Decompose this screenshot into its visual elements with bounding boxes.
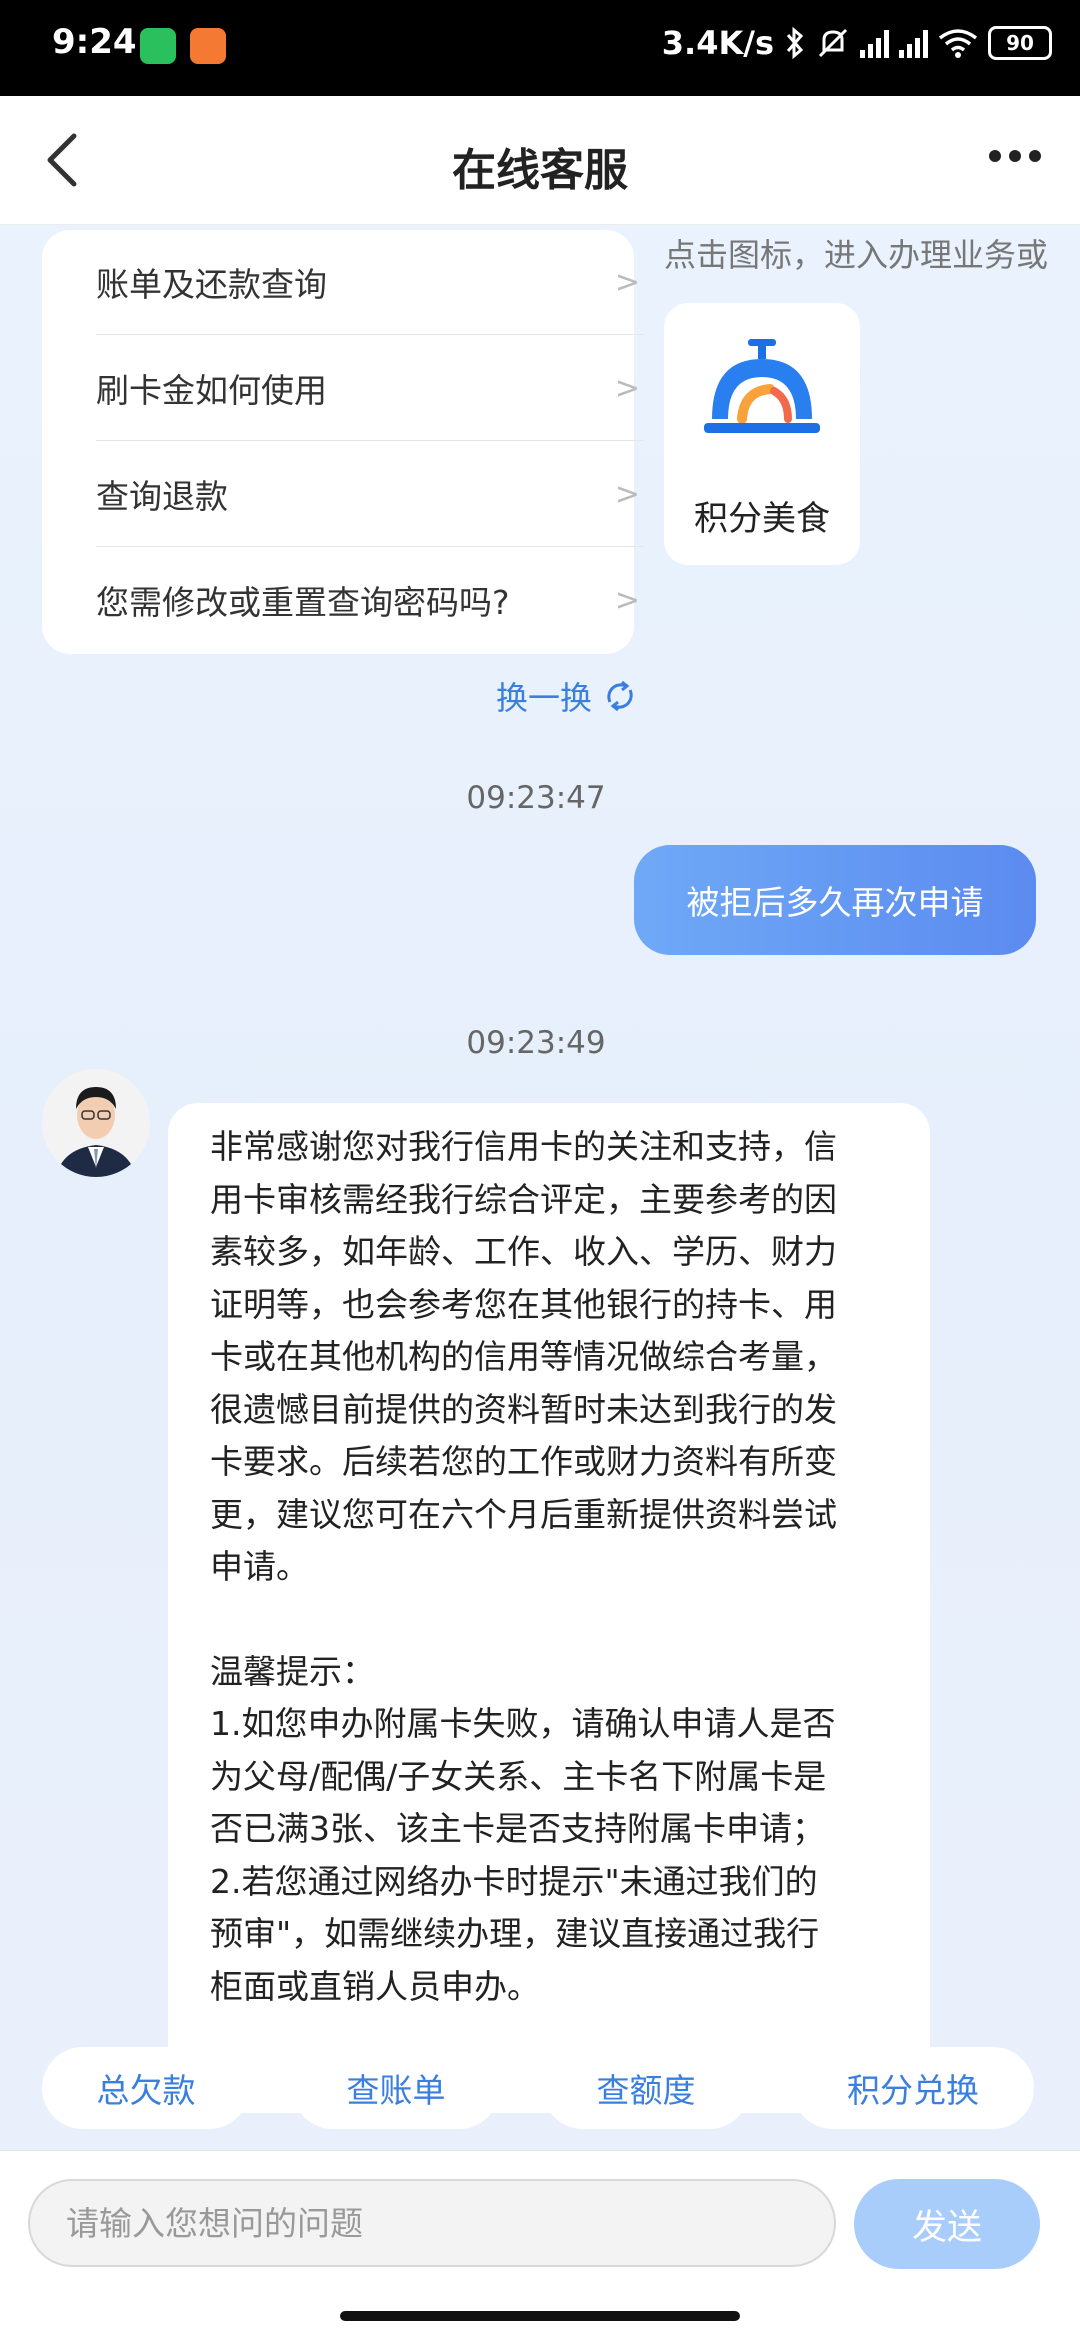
message-line: 卡或在其他机构的信用等情况做综合考量， [210, 1337, 837, 1376]
hd-signal-icon [860, 28, 889, 58]
message-line: 柜面或直销人员申办。 [210, 1966, 540, 2006]
more-dot-icon [1009, 150, 1021, 162]
status-time: 9:24 [52, 22, 137, 62]
agent-avatar-image [42, 1069, 150, 1177]
user-message-bubble: 被拒后多久再次申请 [634, 845, 1036, 955]
chevron-right-icon: > [614, 370, 640, 406]
status-bar: 9:24 3.4K/s 90 [0, 0, 1080, 96]
message-line: 非常感谢您对我行信用卡的关注和支持，信 [210, 1127, 837, 1166]
battery-icon: 90 [988, 26, 1052, 60]
message-line: 更，建议您可在六个月后重新提供资料尝试 [210, 1494, 837, 1534]
nav-bar: 在线客服 [0, 96, 1080, 225]
faq-card: 账单及还款查询 > 刷卡金如何使用 > 查询退款 > 您需修改或重置查询密码吗?… [42, 230, 644, 654]
bluetooth-icon [786, 26, 804, 60]
chevron-right-icon: > [614, 582, 640, 618]
quick-total-debt-button[interactable]: 总欠款 [42, 2047, 250, 2129]
quick-bill-button[interactable]: 查账单 [292, 2047, 500, 2129]
message-input[interactable] [28, 2179, 836, 2267]
points-dining-tile[interactable]: 积分美食 [664, 303, 860, 565]
quick-points-exchange-button[interactable]: 积分兑换 [792, 2047, 1034, 2129]
heart-app-icon [190, 28, 226, 64]
agent-message-bubble: 非常感谢您对我行信用卡的关注和支持，信 用卡审核需经我行综合评定，主要参考的因 … [168, 1103, 930, 2113]
message-line: 卡要求。后续若您的工作或财力资料有所变 [210, 1442, 837, 1481]
message-timestamp: 09:23:47 [466, 780, 606, 816]
quick-credit-limit-button[interactable]: 查额度 [542, 2047, 750, 2129]
message-line: 素较多，如年龄、工作、收入、学历、财力 [210, 1232, 837, 1271]
message-line: 很遗憾目前提供的资料暂时未达到我行的发 [210, 1389, 837, 1429]
page-title: 在线客服 [452, 145, 628, 196]
faq-item[interactable]: 刷卡金如何使用 > [96, 336, 644, 441]
faq-item[interactable]: 账单及还款查询 > [96, 230, 644, 335]
message-line: 申请。 [210, 1547, 309, 1586]
chevron-right-icon: > [614, 264, 640, 300]
message-timestamp: 09:23:49 [466, 1025, 606, 1061]
service-tile-label: 积分美食 [694, 499, 830, 539]
chat-area[interactable]: 账单及还款查询 > 刷卡金如何使用 > 查询退款 > 您需修改或重置查询密码吗?… [0, 225, 1080, 2150]
message-line: 证明等，也会参考您在其他银行的持卡、用 [210, 1284, 837, 1324]
message-line: 用卡审核需经我行综合评定，主要参考的因 [210, 1179, 837, 1219]
service-bell-icon [704, 339, 820, 433]
message-line: 为父母/配偶/子女关系、主卡名下附属卡是 [210, 1756, 827, 1796]
refresh-icon [607, 680, 633, 712]
message-line: 1.如您申办附属卡失败，请确认申请人是否 [210, 1704, 836, 1743]
agent-avatar[interactable] [42, 1069, 150, 1177]
user-message-text: 被拒后多久再次申请 [686, 883, 984, 922]
faq-item-label: 您需修改或重置查询密码吗? [96, 583, 510, 622]
message-line: 否已满3张、该主卡是否支持附属卡申请； [210, 1809, 825, 1848]
message-line: 2.若您通过网络办卡时提示"未通过我们的 [210, 1861, 818, 1901]
mute-bell-icon [818, 28, 848, 58]
faq-item[interactable]: 查询退款 > [96, 442, 644, 547]
faq-item-label: 查询退款 [96, 477, 228, 516]
chevron-right-icon: > [614, 476, 640, 512]
refresh-button[interactable]: 换一换 [496, 673, 638, 719]
more-dot-icon [1029, 150, 1041, 162]
status-indicators: 3.4K/s 90 [662, 24, 1052, 62]
faq-item-label: 刷卡金如何使用 [96, 371, 327, 410]
signal-icon [899, 28, 928, 58]
wechat-icon [140, 28, 176, 64]
faq-item[interactable]: 您需修改或重置查询密码吗? > [96, 548, 644, 652]
network-speed: 3.4K/s [661, 24, 774, 62]
more-dot-icon [989, 150, 1001, 162]
message-line: 温馨提示： [210, 1651, 375, 1691]
service-hint-text: 点击图标，进入办理业务或 [664, 236, 1049, 274]
message-line: 预审"，如需继续办理，建议直接通过我行 [210, 1914, 820, 1953]
more-options-button[interactable] [980, 136, 1050, 176]
message-input-bar: 发送 [0, 2150, 1080, 2341]
wifi-icon [938, 29, 978, 58]
faq-item-label: 账单及还款查询 [96, 265, 327, 304]
quick-actions-bar: 总欠款 查账单 查额度 积分兑换 [0, 2047, 1080, 2133]
refresh-label: 换一换 [496, 679, 593, 717]
home-indicator[interactable] [340, 2311, 740, 2321]
send-button[interactable]: 发送 [854, 2179, 1040, 2269]
